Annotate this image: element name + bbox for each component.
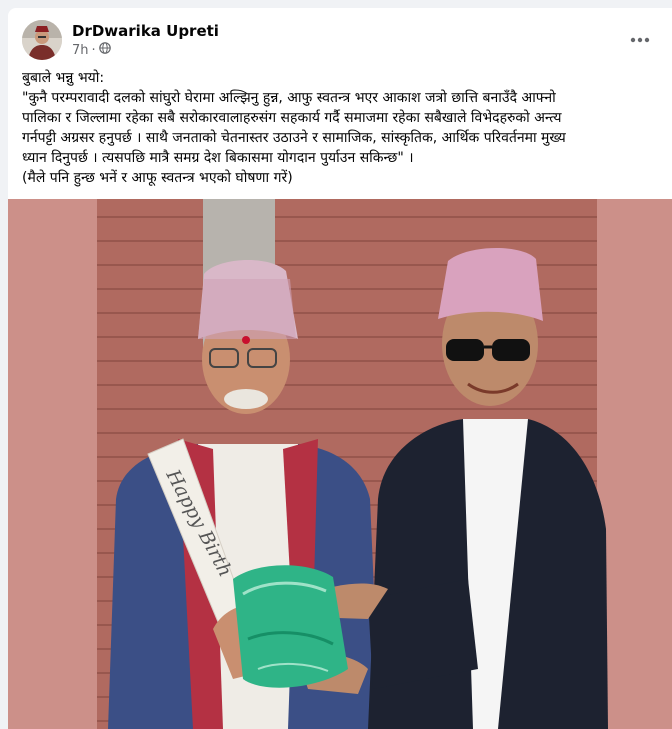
post-card: DrDwarika Upreti 7h · बुबाले भन्नु भयो: … — [8, 8, 672, 729]
author-avatar[interactable] — [22, 20, 62, 60]
globe-icon[interactable] — [98, 42, 111, 58]
post-time[interactable]: 7h — [72, 43, 89, 58]
post-text-line: "कुनै परम्परावादी दलको सांघुरो घेरामा अल… — [22, 90, 556, 106]
gift-package — [233, 565, 348, 688]
post-photo[interactable]: Happy Birth — [8, 199, 672, 729]
author-name[interactable]: DrDwarika Upreti — [72, 22, 219, 40]
post-text-line: पालिका र जिल्लामा रहेका सबै सरोकारवालाहर… — [22, 110, 562, 126]
more-options-button[interactable] — [626, 26, 654, 54]
post-text-line: (मैले पनि हुन्छ भनें र आफू स्वतन्त्र भएक… — [22, 170, 293, 186]
post-body: बुबाले भन्नु भयो: "कुनै परम्परावादी दलको… — [22, 68, 662, 188]
more-horizontal-icon — [630, 37, 650, 43]
post-meta: 7h · — [72, 42, 111, 58]
post-text-line: बुबाले भन्नु भयो: — [22, 70, 105, 86]
post-header: DrDwarika Upreti 7h · — [22, 20, 662, 60]
meta-separator: · — [91, 42, 96, 58]
post-text-line: गर्नपट्टी अग्रसर हनुपर्छ । साथै जनताको च… — [22, 130, 566, 146]
post-text-line: ध्यान दिनुपर्छ । त्यसपछि मात्रै समग्र दे… — [22, 150, 414, 166]
